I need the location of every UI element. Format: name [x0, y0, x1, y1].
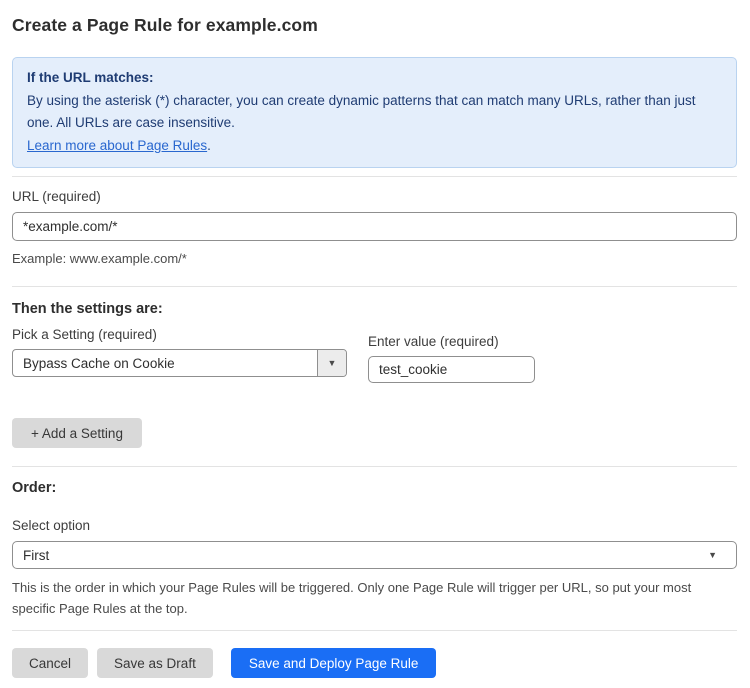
order-select-value: First: [23, 548, 49, 563]
setting-select-label: Pick a Setting (required): [12, 327, 347, 342]
order-section-heading: Order:: [12, 480, 737, 496]
divider: [12, 466, 737, 467]
setting-select-arrow-button[interactable]: ▼: [317, 350, 346, 376]
create-page-rule-panel: Create a Page Rule for example.com If th…: [0, 0, 750, 678]
url-example-helper: Example: www.example.com/*: [12, 248, 737, 269]
divider: [12, 286, 737, 287]
chevron-down-icon: ▼: [708, 551, 717, 560]
settings-section-heading: Then the settings are:: [12, 301, 737, 317]
info-box-heading: If the URL matches:: [27, 67, 722, 90]
setting-value-column: Enter value (required): [368, 334, 535, 383]
info-box-link-line: Learn more about Page Rules.: [27, 135, 722, 158]
setting-select-value: Bypass Cache on Cookie: [13, 350, 317, 376]
setting-select-column: Pick a Setting (required) Bypass Cache o…: [12, 327, 347, 383]
url-matches-info-box: If the URL matches: By using the asteris…: [12, 57, 737, 168]
save-as-draft-button[interactable]: Save as Draft: [97, 648, 213, 678]
chevron-down-icon: ▼: [328, 359, 337, 368]
add-setting-button[interactable]: + Add a Setting: [12, 418, 142, 448]
order-helper-text: This is the order in which your Page Rul…: [12, 577, 732, 619]
page-title: Create a Page Rule for example.com: [12, 15, 737, 36]
value-field-label: Enter value (required): [368, 334, 535, 349]
url-input[interactable]: [12, 212, 737, 241]
link-period: .: [207, 138, 211, 153]
url-field-label: URL (required): [12, 189, 737, 204]
cancel-button[interactable]: Cancel: [12, 648, 88, 678]
info-box-body: By using the asterisk (*) character, you…: [27, 90, 722, 135]
settings-row: Pick a Setting (required) Bypass Cache o…: [12, 327, 737, 383]
footer-actions: Cancel Save as Draft Save and Deploy Pag…: [12, 648, 737, 678]
divider: [12, 176, 737, 177]
setting-select[interactable]: Bypass Cache on Cookie ▼: [12, 349, 347, 377]
order-select-label: Select option: [12, 518, 737, 533]
order-select[interactable]: First ▼: [12, 541, 737, 569]
save-and-deploy-button[interactable]: Save and Deploy Page Rule: [231, 648, 437, 678]
setting-value-input[interactable]: [368, 356, 535, 383]
divider: [12, 630, 737, 631]
learn-more-link[interactable]: Learn more about Page Rules: [27, 138, 207, 153]
